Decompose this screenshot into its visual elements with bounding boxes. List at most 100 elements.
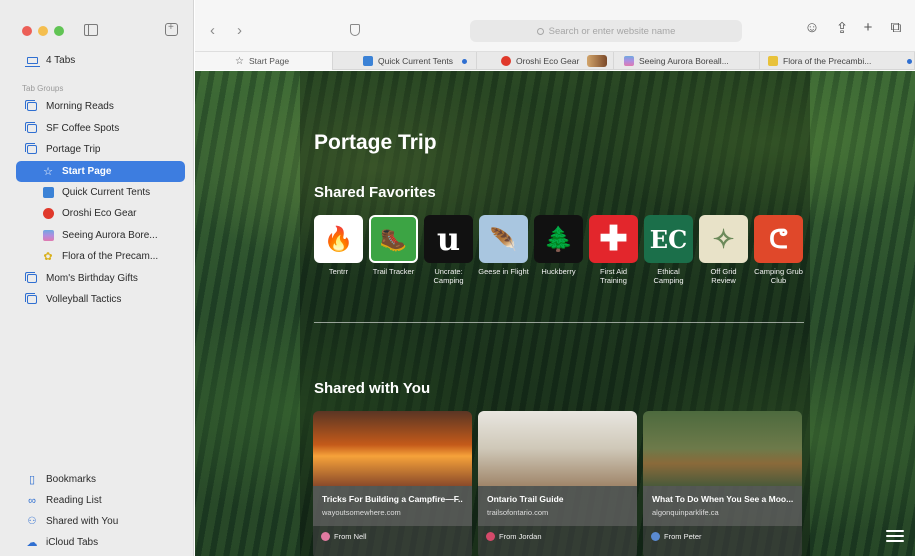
tab-oroshi-eco-gear[interactable]: Oroshi Eco Gear [477, 52, 614, 70]
sidebar-item-sf-coffee-spots[interactable]: SF Coffee Spots [16, 118, 185, 139]
favorite-trail-tracker[interactable]: 🥾 Trail Tracker [368, 215, 419, 285]
tab-group-icon [25, 122, 38, 135]
sender-label: From Jordan [499, 532, 542, 541]
address-bar[interactable]: Search or enter website name [470, 20, 742, 42]
goose-icon: 🪶 [479, 215, 528, 263]
sidebar-item-label: Quick Current Tents [62, 187, 151, 198]
favicon-icon [42, 187, 54, 199]
star-icon: ☆ [235, 55, 244, 67]
tab-groups-label: Tab Groups [22, 84, 64, 93]
avatar [321, 532, 330, 541]
sidebar-item-icloud-tabs[interactable]: ☁ iCloud Tabs [16, 532, 185, 553]
favorite-tentrr[interactable]: 🔥 Tentrr [313, 215, 364, 285]
unread-dot-icon [462, 58, 467, 64]
shared-card[interactable]: Tricks For Building a Campfire—F... wayo… [313, 411, 472, 556]
unread-dot-icon [907, 58, 912, 64]
close-button[interactable] [22, 26, 32, 36]
sidebar-item-label: Morning Reads [46, 101, 114, 112]
customize-start-page-icon[interactable] [886, 530, 904, 544]
favorite-geese-in-flight[interactable]: 🪶 Geese in Flight [478, 215, 529, 285]
sidebar-item-bookmarks[interactable]: ▯ Bookmarks [16, 469, 185, 490]
sidebar-item-shared-with-you[interactable]: ⚇ Shared with You [16, 511, 185, 532]
sidebar-item-label: Oroshi Eco Gear [62, 208, 137, 219]
tab-flora-precambrian[interactable]: Flora of the Precambi... [760, 52, 915, 70]
card-sender: From Peter [651, 532, 702, 541]
favicon-icon [42, 208, 54, 220]
new-tab-icon[interactable]: + [859, 19, 877, 36]
sidebar-item-label: Flora of the Precam... [62, 251, 159, 262]
favicon-icon [624, 56, 634, 66]
sidebar-tab-flora-precambrian[interactable]: ✿ Flora of the Precam... [16, 246, 185, 267]
start-page: Portage Trip Shared Favorites 🔥 Tentrr 🥾… [195, 71, 915, 556]
sidebar-item-label: Start Page [62, 166, 112, 177]
sidebar-tab-seeing-aurora[interactable]: Seeing Aurora Bore... [16, 225, 185, 246]
sidebar-item-moms-birthday-gifts[interactable]: Mom's Birthday Gifts [16, 268, 185, 289]
avatar [486, 532, 495, 541]
shared-card[interactable]: What To Do When You See a Moo... algonqu… [643, 411, 802, 556]
tab-label: Start Page [248, 56, 290, 66]
sidebar-item-portage-trip[interactable]: Portage Trip [16, 139, 185, 160]
sidebar-item-label: 4 Tabs [46, 55, 76, 66]
sidebar-item-reading-list[interactable]: ∞ Reading List [16, 490, 185, 511]
safari-window: 4 Tabs Tab Groups Morning Reads SF Coffe… [0, 0, 915, 556]
hiker-icon: 🥾 [369, 215, 418, 263]
tab-seeing-aurora[interactable]: Seeing Aurora Boreall... [614, 52, 760, 70]
card-meta: What To Do When You See a Moo... algonqu… [643, 486, 802, 526]
trail-hikers-image [478, 411, 637, 486]
favorite-off-grid-review[interactable]: ✧ Off Grid Review [698, 215, 749, 285]
uncrate-icon: u [424, 215, 473, 263]
tab-label: Quick Current Tents [378, 56, 453, 66]
favorite-ethical-camping[interactable]: EC Ethical Camping [643, 215, 694, 285]
forward-button[interactable]: › [237, 22, 242, 39]
sender-label: From Peter [664, 532, 702, 541]
search-icon [536, 27, 544, 35]
sidebar-item-label: Reading List [46, 495, 102, 506]
share-icon[interactable]: ⇪ [833, 19, 851, 37]
tab-group-title: Portage Trip [314, 131, 437, 154]
sidebar-item-volleyball-tactics[interactable]: Volleyball Tactics [16, 289, 185, 310]
shared-card[interactable]: Ontario Trail Guide trailsofontario.com … [478, 411, 637, 556]
card-url: algonquinparklife.ca [652, 508, 719, 517]
sidebar-item-label: iCloud Tabs [46, 537, 99, 548]
toolbar: ‹ › Search or enter website name ☺ ⇪ + ⧉ [195, 0, 915, 52]
tab-bar: ☆ Start Page Quick Current Tents Oroshi … [195, 52, 915, 70]
favorite-first-aid-training[interactable]: ✚ First Aid Training [588, 215, 639, 285]
favorite-label: Ethical Camping [653, 267, 684, 285]
shared-group-icon[interactable]: ☺ [803, 19, 821, 36]
sidebar-toggle-icon[interactable] [84, 24, 98, 36]
tree-icon: 🌲 [534, 215, 583, 263]
tab-quick-current-tents[interactable]: Quick Current Tents [333, 52, 477, 70]
favorite-camping-grub-club[interactable]: ᕦ Camping Grub Club [753, 215, 804, 285]
card-title: What To Do When You See a Moo... [652, 494, 793, 504]
favorite-label: First Aid Training [599, 267, 628, 285]
sidebar-tab-quick-current-tents[interactable]: Quick Current Tents [16, 182, 185, 203]
card-meta: Tricks For Building a Campfire—F... wayo… [313, 486, 472, 526]
tentrr-icon: 🔥 [314, 215, 363, 263]
favorite-uncrate-camping[interactable]: u Uncrate: Camping [423, 215, 474, 285]
shared-tab-group-icon [25, 143, 38, 156]
card-sender: From Nell [321, 532, 367, 541]
new-tab-group-icon[interactable] [165, 22, 178, 36]
favorites-grid: 🔥 Tentrr 🥾 Trail Tracker u Uncrate: Camp… [313, 215, 804, 285]
favicon-icon [501, 56, 511, 66]
icloud-icon: ☁ [26, 537, 38, 549]
sidebar-item-label: Volleyball Tactics [46, 294, 122, 305]
zoom-button[interactable] [54, 26, 64, 36]
sidebar-item-all-tabs[interactable]: 4 Tabs [16, 50, 185, 71]
tab-overview-icon[interactable]: ⧉ [887, 19, 905, 36]
card-sender: From Jordan [486, 532, 542, 541]
section-divider [314, 322, 804, 323]
minimize-button[interactable] [38, 26, 48, 36]
sidebar-item-label: Shared with You [46, 516, 119, 527]
favorite-label: Tentrr [328, 267, 349, 276]
favicon-icon: ✿ [43, 251, 53, 263]
sidebar-tab-oroshi-eco-gear[interactable]: Oroshi Eco Gear [16, 203, 185, 224]
first-aid-cross-icon: ✚ [589, 215, 638, 263]
sidebar-tab-start-page[interactable]: ☆ Start Page [16, 161, 185, 182]
privacy-shield-icon[interactable] [350, 24, 360, 36]
tab-start-page[interactable]: ☆ Start Page [195, 52, 333, 70]
back-button[interactable]: ‹ [210, 22, 215, 39]
sidebar-item-morning-reads[interactable]: Morning Reads [16, 96, 185, 117]
favorite-huckberry[interactable]: 🌲 Huckberry [533, 215, 584, 285]
favicon-icon [42, 230, 54, 242]
